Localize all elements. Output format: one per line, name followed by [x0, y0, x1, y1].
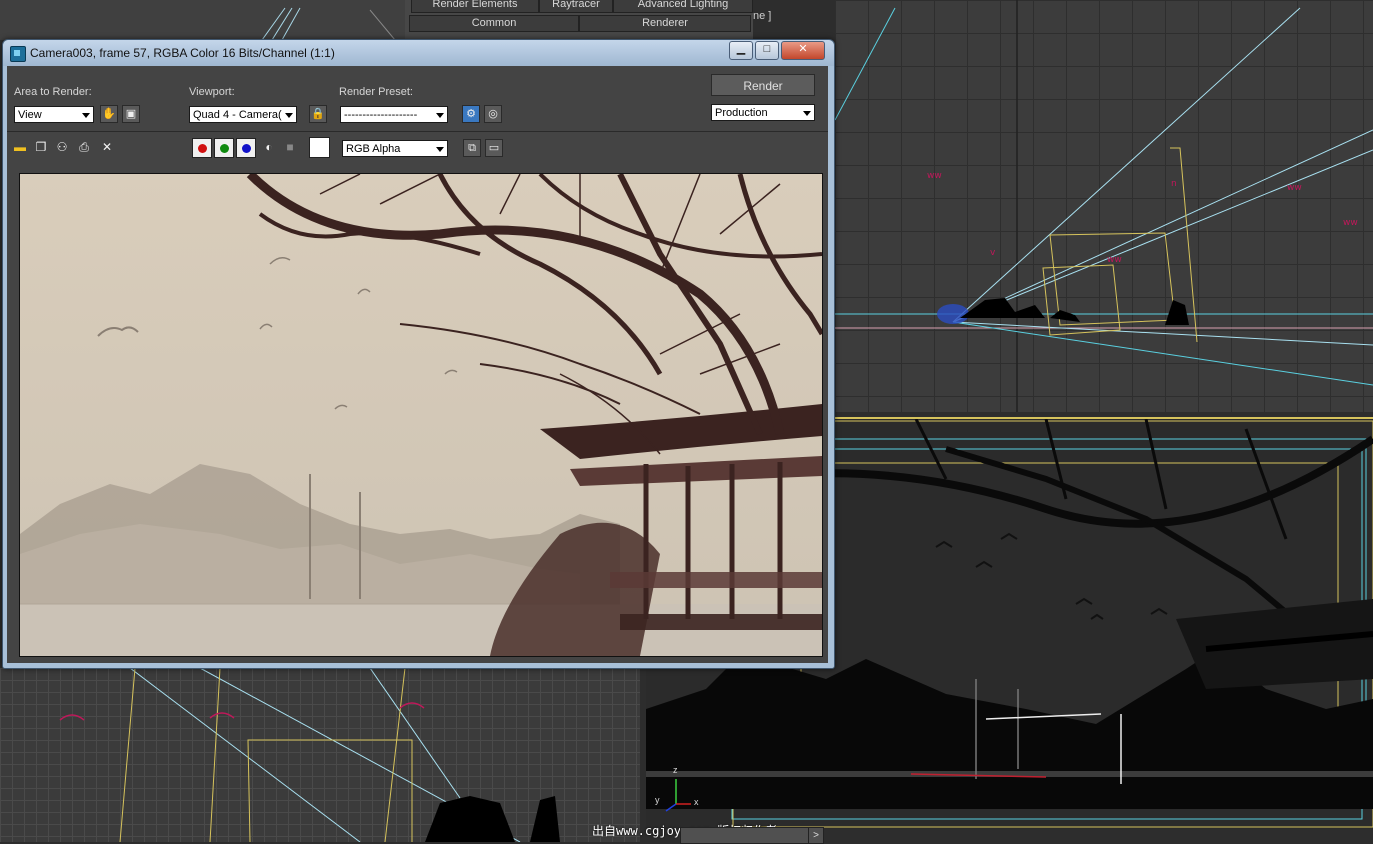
- lock-icon[interactable]: 🔒: [309, 105, 327, 123]
- toolbar-divider: [7, 131, 828, 132]
- axis-label-x: x: [694, 797, 699, 807]
- viewport-value: Quad 4 - Camera(: [193, 109, 282, 121]
- window-client: Area to Render: View ✋ ▣ Viewport: Quad …: [7, 66, 828, 663]
- display-mode-icon[interactable]: ▭: [485, 139, 503, 157]
- display-toggle-icon[interactable]: ⧉: [463, 139, 481, 157]
- production-value: Production: [715, 107, 768, 119]
- monochrome-icon[interactable]: ■: [283, 140, 297, 154]
- axis-label-y: y: [655, 795, 660, 805]
- close-button[interactable]: ✕: [781, 41, 825, 60]
- green-dot-icon: [220, 144, 229, 153]
- channel-display-dropdown[interactable]: RGB Alpha: [342, 140, 448, 157]
- next-frame-arrow[interactable]: >: [808, 827, 824, 844]
- print-icon[interactable]: ⎙: [77, 140, 91, 154]
- tab-common[interactable]: Common: [409, 15, 579, 32]
- tab-render-elements[interactable]: Render Elements: [411, 0, 539, 13]
- svg-text:ww: ww: [927, 171, 942, 181]
- clear-icon[interactable]: ✕: [100, 140, 114, 154]
- viewport-top-right-scene: ww n ww ww v ww: [835, 0, 1373, 412]
- minimize-button[interactable]: ▁: [729, 41, 753, 60]
- channel-display-value: RGB Alpha: [346, 143, 401, 155]
- chevron-down-icon: [803, 111, 811, 116]
- green-channel-toggle[interactable]: [214, 138, 234, 158]
- tab-raytracer[interactable]: Raytracer: [539, 0, 613, 13]
- ink-painting-render: [20, 174, 822, 656]
- rendered-image: [19, 173, 823, 657]
- render-setup-right-label: ne ]: [753, 10, 772, 22]
- svg-text:ww: ww: [1287, 183, 1302, 193]
- app-icon: [10, 46, 26, 62]
- chevron-down-icon: [285, 113, 293, 118]
- production-dropdown[interactable]: Production: [711, 104, 815, 121]
- edit-region-icon[interactable]: ✋: [100, 105, 118, 123]
- viewport-bottom-left[interactable]: [0, 668, 640, 842]
- maximize-button[interactable]: □: [755, 41, 779, 60]
- time-slider[interactable]: [680, 827, 810, 844]
- chevron-down-icon: [436, 113, 444, 118]
- svg-text:ww: ww: [1107, 255, 1122, 265]
- area-to-render-label: Area to Render:: [14, 86, 92, 98]
- render-setup-icon[interactable]: ⚙: [462, 105, 480, 123]
- viewport-label: Viewport:: [189, 86, 235, 98]
- svg-text:ww: ww: [1343, 218, 1358, 228]
- area-to-render-value: View: [18, 109, 42, 121]
- auto-region-icon[interactable]: ▣: [122, 105, 140, 123]
- red-channel-toggle[interactable]: [192, 138, 212, 158]
- tab-advanced-lighting[interactable]: Advanced Lighting: [613, 0, 753, 13]
- window-titlebar[interactable]: Camera003, frame 57, RGBA Color 16 Bits/…: [3, 40, 834, 66]
- area-to-render-dropdown[interactable]: View: [14, 106, 94, 123]
- chevron-down-icon: [436, 147, 444, 152]
- viewport-top-right[interactable]: ww n ww ww v ww: [835, 0, 1373, 412]
- viewport-dropdown[interactable]: Quad 4 - Camera(: [189, 106, 297, 123]
- svg-text:v: v: [990, 248, 996, 258]
- clone-frame-icon[interactable]: ⚇: [55, 140, 69, 154]
- render-preset-dropdown[interactable]: --------------------: [340, 106, 448, 123]
- alpha-channel-icon[interactable]: ◐: [262, 140, 276, 154]
- render-preset-label: Render Preset:: [339, 86, 413, 98]
- copy-image-icon[interactable]: ❐: [34, 140, 48, 154]
- viewport-top-left[interactable]: [0, 0, 405, 40]
- render-preset-value: --------------------: [344, 109, 418, 121]
- tab-renderer[interactable]: Renderer: [579, 15, 751, 32]
- chevron-down-icon: [82, 113, 90, 118]
- axis-label-z: z: [673, 765, 678, 775]
- blue-dot-icon: [242, 144, 251, 153]
- red-dot-icon: [198, 144, 207, 153]
- window-title: Camera003, frame 57, RGBA Color 16 Bits/…: [30, 46, 335, 60]
- render-setup-panel: Render Elements Raytracer Advanced Light…: [405, 0, 753, 40]
- svg-text:n: n: [1171, 179, 1177, 189]
- blue-channel-toggle[interactable]: [236, 138, 256, 158]
- render-button[interactable]: Render: [711, 74, 815, 96]
- save-image-icon[interactable]: ▬: [13, 140, 27, 154]
- viewport-bottom-left-scene: [59, 668, 560, 842]
- viewport-top-left-lines: [261, 7, 396, 40]
- environment-icon[interactable]: ◎: [484, 105, 502, 123]
- color-swatch[interactable]: [309, 137, 330, 158]
- rendered-frame-window: Camera003, frame 57, RGBA Color 16 Bits/…: [2, 39, 835, 669]
